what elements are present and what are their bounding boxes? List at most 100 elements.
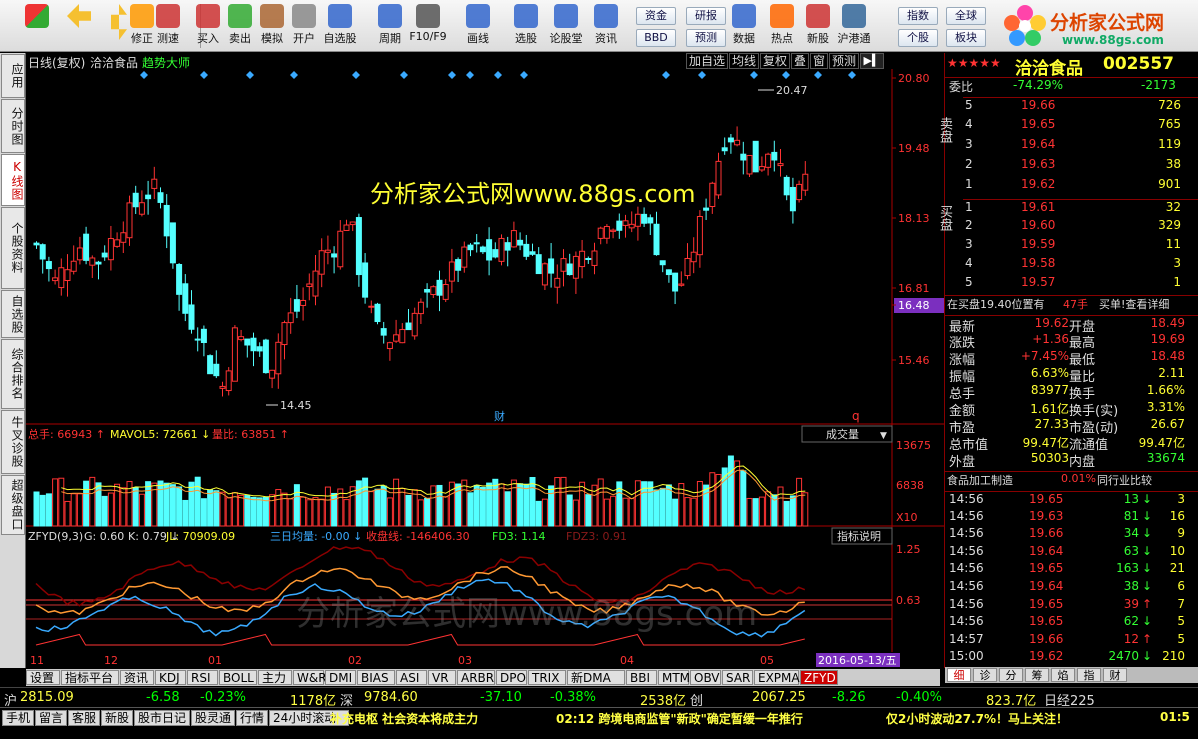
- volume-bar: [58, 477, 65, 527]
- indicator-tab-0[interactable]: 设置: [26, 670, 60, 685]
- chart-expand-button[interactable]: ▶▍: [860, 53, 884, 69]
- indicator-tab-11[interactable]: VR: [428, 670, 456, 685]
- volume-chart[interactable]: 总手: 66943 ↑ MAVOL5: 72661 ↓ 量比: 63851 ↑ 成交量…: [26, 425, 946, 527]
- indicator-tab-18[interactable]: OBV: [690, 670, 721, 685]
- status-tab-4[interactable]: 股市日记: [134, 710, 190, 726]
- sector-button[interactable]: 板块: [946, 29, 986, 47]
- quote-code: 002557: [1103, 54, 1174, 74]
- indicator-tab-3[interactable]: KDJ: [155, 670, 186, 685]
- toolbar-button-6[interactable]: 自选股: [318, 3, 362, 49]
- indicator-chart[interactable]: ZFYD(9,3) G: 0.60 K: 0.79 ↓JL: 70909.09 三日均…: [26, 527, 946, 652]
- volume-bar: [752, 498, 759, 527]
- research-button[interactable]: 研报: [686, 7, 726, 25]
- stat-value-2: 18.49: [1150, 316, 1185, 330]
- finance-marker[interactable]: 财: [494, 409, 505, 423]
- indicator-value-4: 三日均量: -0.00 ↓: [270, 530, 362, 543]
- left-tab-6[interactable]: 牛叉诊股: [1, 410, 25, 474]
- left-tab-1[interactable]: 分时图: [1, 99, 25, 153]
- indicator-tab-10[interactable]: ASI: [396, 670, 427, 685]
- quote-tab-3[interactable]: 筹: [1025, 668, 1049, 682]
- volume-bar: [380, 485, 387, 527]
- stat-label-2: 内盘: [1069, 455, 1096, 470]
- quote-tab-2[interactable]: 分: [999, 668, 1023, 682]
- toolbar-button-16[interactable]: 沪港通: [832, 3, 876, 49]
- indicator-value-0: ZFYD(9,3): [28, 530, 83, 543]
- status-tab-3[interactable]: 新股: [101, 710, 133, 726]
- toolbar-button-8[interactable]: F10/F9: [406, 3, 450, 49]
- chart-button-1[interactable]: 均线: [729, 53, 759, 69]
- indicator-tab-20[interactable]: EXPMA: [754, 670, 800, 685]
- status-tab-0[interactable]: 手机: [2, 710, 34, 726]
- toolbar-button-10[interactable]: 选股: [504, 3, 548, 49]
- site-logo: 分析家公式网 www.88gs.com: [1000, 2, 1196, 50]
- quote-tab-6[interactable]: 财: [1103, 668, 1127, 682]
- indicator-tab-14[interactable]: TRIX: [528, 670, 566, 685]
- indicator-tab-21[interactable]: ZFYD: [800, 670, 838, 685]
- low-label: 14.45: [280, 399, 312, 412]
- status-tab-1[interactable]: 留言: [35, 710, 67, 726]
- news-ticker-2[interactable]: 02:12 跨境电商监管"新政"确定暂缓一年推行: [556, 710, 803, 727]
- kline-chart[interactable]: 20.80 19.48 18.13 16.81 16.48 15.46 20.47 14.45…: [26, 69, 946, 425]
- toolbar-button-12[interactable]: 资讯: [584, 3, 628, 49]
- home-button[interactable]: [22, 3, 52, 49]
- indicator-tab-8[interactable]: DMI: [325, 670, 356, 685]
- left-tab-2[interactable]: K线图: [1, 154, 25, 206]
- q-marker[interactable]: q: [852, 409, 860, 423]
- quote-tab-0[interactable]: 细: [947, 668, 971, 682]
- news-ticker-1[interactable]: 补充电枢 社会资本将成主力: [330, 710, 478, 727]
- indicator-tab-2[interactable]: 资讯: [120, 670, 154, 685]
- ask-row: 3 19.64 119: [963, 137, 1198, 154]
- volume-bar: [219, 491, 226, 527]
- tick-count: 210: [1162, 649, 1185, 664]
- bbd-button[interactable]: BBD: [636, 29, 676, 47]
- tick-row: 14:56 19.64 38 ↓ 6: [945, 579, 1198, 596]
- indicator-tab-9[interactable]: BIAS: [357, 670, 395, 685]
- capital-button[interactable]: 资金: [636, 7, 676, 25]
- indicator-tab-4[interactable]: RSI: [187, 670, 218, 685]
- chart-button-3[interactable]: 叠: [791, 53, 809, 69]
- indicator-tab-13[interactable]: DPO: [496, 670, 527, 685]
- toolbar-button-11[interactable]: 论股堂: [544, 3, 588, 49]
- chart-button-5[interactable]: 预测: [829, 53, 859, 69]
- indicator-tab-5[interactable]: BOLL: [219, 670, 257, 685]
- chart-button-4[interactable]: 窗: [810, 53, 828, 69]
- left-tab-5[interactable]: 综合排名: [1, 339, 25, 409]
- volume-bar: [355, 480, 362, 527]
- chart-button-2[interactable]: 复权: [760, 53, 790, 69]
- left-tab-7[interactable]: 超级盘口: [1, 475, 25, 535]
- indicator-tab-19[interactable]: SAR: [722, 670, 753, 685]
- industry-compare-button[interactable]: 同行业比较: [1097, 472, 1152, 488]
- toolbar-button-1[interactable]: 测速: [146, 3, 190, 49]
- quote-tab-5[interactable]: 指: [1077, 668, 1101, 682]
- bid-volume: 329: [1158, 218, 1181, 232]
- volume-bar: [287, 498, 294, 527]
- status-tab-6[interactable]: 行情: [236, 710, 268, 726]
- news-ticker-3[interactable]: 仅2小时波动27.7%！马上关注！: [886, 710, 1068, 727]
- global-button[interactable]: 全球: [946, 7, 986, 25]
- quote-tab-4[interactable]: 焰: [1051, 668, 1075, 682]
- indicator-tab-16[interactable]: BBI: [626, 670, 657, 685]
- chart-button-0[interactable]: 加自选: [686, 53, 728, 69]
- left-tab-4[interactable]: 自选股: [1, 290, 25, 338]
- forecast-button[interactable]: 预测: [686, 29, 726, 47]
- indicator-tab-17[interactable]: MTM: [658, 670, 690, 685]
- back-arrow-icon: [67, 4, 91, 28]
- indicator-tab-12[interactable]: ARBR: [457, 670, 495, 685]
- index-button[interactable]: 指数: [898, 7, 938, 25]
- stock-button[interactable]: 个股: [898, 29, 938, 47]
- bid-row: 3 19.59 11: [963, 237, 1198, 254]
- indicator-tab-6[interactable]: 主力: [258, 670, 292, 685]
- left-tab-3[interactable]: 个股资料: [1, 207, 25, 289]
- status-tab-5[interactable]: 股灵通: [191, 710, 235, 726]
- toolbar-icon-5: [292, 4, 316, 28]
- left-tab-0[interactable]: 应用: [1, 54, 25, 98]
- indicator-tab-7[interactable]: W&R: [293, 670, 327, 685]
- down-arrow-icon: ↓: [1142, 543, 1153, 558]
- chevron-down-icon[interactable]: ▼: [880, 431, 887, 441]
- indicator-tab-15[interactable]: 新DMA: [567, 670, 625, 685]
- quote-tab-1[interactable]: 诊: [973, 668, 997, 682]
- back-button[interactable]: [64, 3, 94, 49]
- status-tab-2[interactable]: 客服: [68, 710, 100, 726]
- indicator-tab-1[interactable]: 指标平台: [61, 670, 119, 685]
- toolbar-button-9[interactable]: 画线: [456, 3, 500, 49]
